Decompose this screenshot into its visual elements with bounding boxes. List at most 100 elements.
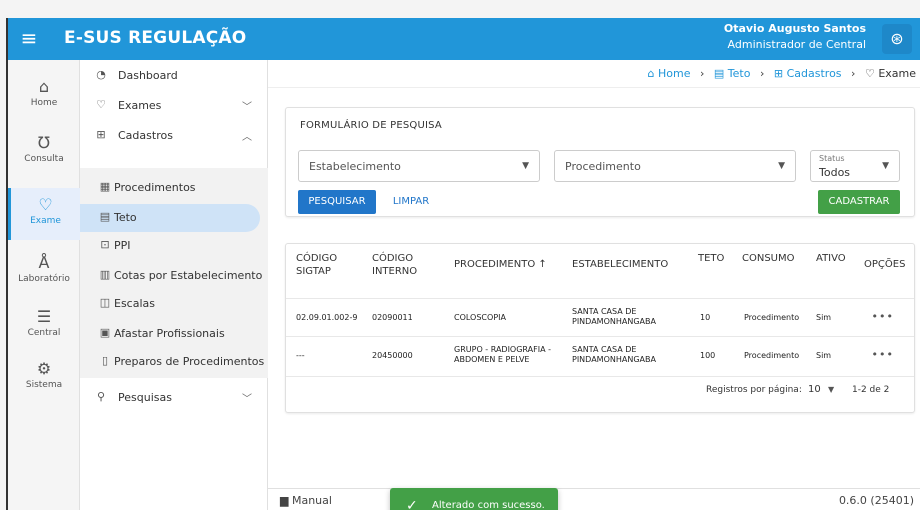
rail-label: Home — [30, 98, 58, 108]
chevron-down-icon: ﹀ — [242, 394, 252, 405]
column-header[interactable]: TETO — [698, 252, 724, 265]
rail-label: Exame — [30, 216, 61, 226]
user-name: Otavio Augusto Santos — [723, 22, 866, 35]
flask-icon: Å — [38, 253, 50, 272]
table-cell: Sim — [816, 313, 832, 322]
hamburger-icon[interactable]: ≡ — [18, 27, 40, 49]
sidebar-item-label: Pesquisas — [118, 391, 172, 404]
column-header[interactable]: CONSUMO — [742, 252, 795, 265]
sidebar-item-cadastros[interactable]: ⊞ Cadastros ︿ — [80, 122, 268, 150]
rail-label: Consulta — [24, 154, 64, 164]
sidebar-item-label: PPI — [114, 239, 131, 252]
sidebar-item-escalas[interactable]: ◫ Escalas — [80, 290, 268, 318]
sidebar-item-ppi[interactable]: ⊡ PPI — [80, 232, 268, 260]
procedimento-select[interactable]: Procedimento ▼ — [554, 150, 796, 182]
search-button[interactable]: PESQUISAR — [298, 190, 376, 214]
app-title: E-SUS REGULAÇÃO — [64, 28, 247, 48]
sidebar-item-preparos[interactable]: ▯ Preparos de Procedimentos — [80, 348, 268, 376]
rail-item-consulta[interactable]: ℧ Consulta — [8, 126, 80, 178]
column-header[interactable]: CÓDIGO INTERNO — [372, 252, 432, 278]
check-icon: ✓ — [406, 498, 418, 510]
status-label: Status — [819, 154, 845, 163]
table-cell: SANTA CASA DE PINDAMONHANGABA — [572, 307, 656, 326]
table-cell: 20450000 — [372, 351, 413, 360]
table-cell: --- — [296, 351, 305, 360]
rail-item-exame[interactable]: ♡ Exame — [8, 188, 80, 240]
user-circle-icon[interactable]: ⊛ — [882, 24, 912, 54]
column-header-sorted[interactable]: PROCEDIMENTO ↑ — [454, 258, 547, 271]
page-range: 1-2 de 2 — [852, 385, 890, 395]
calendar-clock-icon: ◫ — [99, 296, 111, 309]
top-bar: ≡ E-SUS REGULAÇÃO Otavio Augusto Santos … — [8, 18, 920, 60]
table-cell: 100 — [700, 351, 716, 360]
column-header: OPÇÕES — [864, 259, 906, 270]
plus-box-icon: ⊞ — [773, 67, 784, 80]
rail-item-sistema[interactable]: ⚙ Sistema — [8, 352, 80, 404]
table-cell: 10 — [700, 313, 711, 322]
table-cell: SANTA CASA DE PINDAMONHANGABA — [572, 345, 656, 364]
rail-item-central[interactable]: ☰ Central — [8, 300, 80, 352]
app-window: ≡ E-SUS REGULAÇÃO Otavio Augusto Santos … — [6, 18, 920, 510]
column-header[interactable]: CÓDIGO SIGTAP — [296, 252, 356, 278]
table-row[interactable]: 02.09.01.002-9 02090011 COLOSCOPIA SANTA… — [286, 298, 914, 336]
rail-item-laboratorio[interactable]: Å Laboratório — [8, 246, 80, 298]
rail-item-home[interactable]: ⌂ Home — [8, 70, 80, 122]
chevron-right-icon: › — [759, 67, 765, 80]
chevron-right-icon: › — [851, 67, 856, 80]
create-button[interactable]: CADASTRAR — [818, 190, 900, 214]
heart-pulse-icon: ♡ — [38, 195, 53, 214]
dropdown-arrow-icon: ▼ — [522, 161, 529, 171]
module-rail: ⌂ Home ℧ Consulta ♡ Exame Å Laboratório … — [8, 60, 80, 510]
rail-label: Central — [27, 328, 61, 338]
server-icon: ☰ — [36, 307, 52, 326]
calendar-icon: ▦ — [99, 180, 111, 193]
cadastros-submenu: ▦ Procedimentos ▤ Teto ⊡ PPI ▥ Cotas por… — [80, 168, 268, 378]
sidebar-item-procedimentos[interactable]: ▦ Procedimentos — [80, 174, 268, 202]
sidebar-item-teto[interactable]: ▤ Teto — [80, 204, 260, 232]
sidebar-item-label: Preparos de Procedimentos — [114, 355, 265, 368]
breadcrumb-home[interactable]: Home — [658, 67, 690, 80]
sidebar-item-afastar[interactable]: ▣ Afastar Profissionais — [80, 320, 268, 348]
status-select[interactable]: Status Todos ▼ — [810, 150, 900, 182]
more-options-icon[interactable]: ••• — [872, 348, 894, 361]
results-table: CÓDIGO SIGTAP CÓDIGO INTERNO PROCEDIMENT… — [285, 243, 915, 413]
form-title: FORMULÁRIO DE PESQUISA — [300, 120, 442, 131]
column-header[interactable]: ATIVO — [816, 252, 846, 265]
chevron-right-icon: › — [699, 67, 705, 80]
heart-pulse-icon: ♡ — [96, 98, 106, 111]
sidebar-item-exames[interactable]: ♡ Exames ﹀ — [80, 92, 268, 120]
chevron-down-icon: ﹀ — [242, 102, 252, 113]
manual-link[interactable]: ▆ Manual — [280, 494, 332, 507]
breadcrumb-current: Exame — [878, 67, 916, 80]
more-options-icon[interactable]: ••• — [872, 310, 894, 323]
clear-button[interactable]: LIMPAR — [386, 190, 436, 214]
document-icon: ▯ — [101, 354, 109, 367]
sidebar-item-label: Exames — [118, 99, 162, 112]
table-cell: 02.09.01.002-9 — [296, 313, 358, 322]
breadcrumb-teto[interactable]: Teto — [728, 67, 751, 80]
per-page-select[interactable]: 10 — [808, 384, 821, 395]
sidebar-item-pesquisas[interactable]: ⚲ Pesquisas ﹀ — [80, 384, 268, 412]
sidebar-item-label: Afastar Profissionais — [114, 327, 225, 340]
version-label: 0.6.0 (25401) — [838, 494, 914, 507]
breadcrumb-cadastros[interactable]: Cadastros — [787, 67, 842, 80]
procedimento-placeholder: Procedimento — [565, 160, 641, 173]
table-cell: Procedimento — [744, 313, 800, 322]
per-page-label: Registros por página: — [706, 385, 802, 395]
dropdown-arrow-icon[interactable]: ▼ — [828, 385, 834, 394]
sidebar-item-label: Cadastros — [118, 129, 173, 142]
home-icon: ⌂ — [38, 77, 50, 96]
table-cell: Procedimento — [744, 351, 800, 360]
pagination: Registros por página: 10 ▼ 1-2 de 2 — [286, 376, 914, 402]
table-row[interactable]: --- 20450000 GRUPO - RADIOGRAFIA - ABDOM… — [286, 336, 914, 374]
table-cell: GRUPO - RADIOGRAFIA - ABDOMEN E PELVE — [454, 345, 551, 364]
plus-box-icon: ⊞ — [96, 128, 106, 141]
gear-icon: ⚙ — [36, 359, 52, 378]
sidebar-item-dashboard[interactable]: ◔ Dashboard — [80, 62, 268, 90]
breadcrumb: ⌂ Home › ▤ Teto › ⊞ Cadastros › ♡ Exame — [268, 60, 920, 88]
sidebar-item-cotas[interactable]: ▥ Cotas por Estabelecimento — [80, 262, 268, 290]
estabelecimento-select[interactable]: Estabelecimento ▼ — [298, 150, 540, 182]
success-toast: ✓ Alterado com sucesso. — [390, 488, 558, 510]
search-list-icon: ⚲ — [96, 390, 106, 403]
column-header[interactable]: ESTABELECIMENTO — [572, 258, 668, 271]
